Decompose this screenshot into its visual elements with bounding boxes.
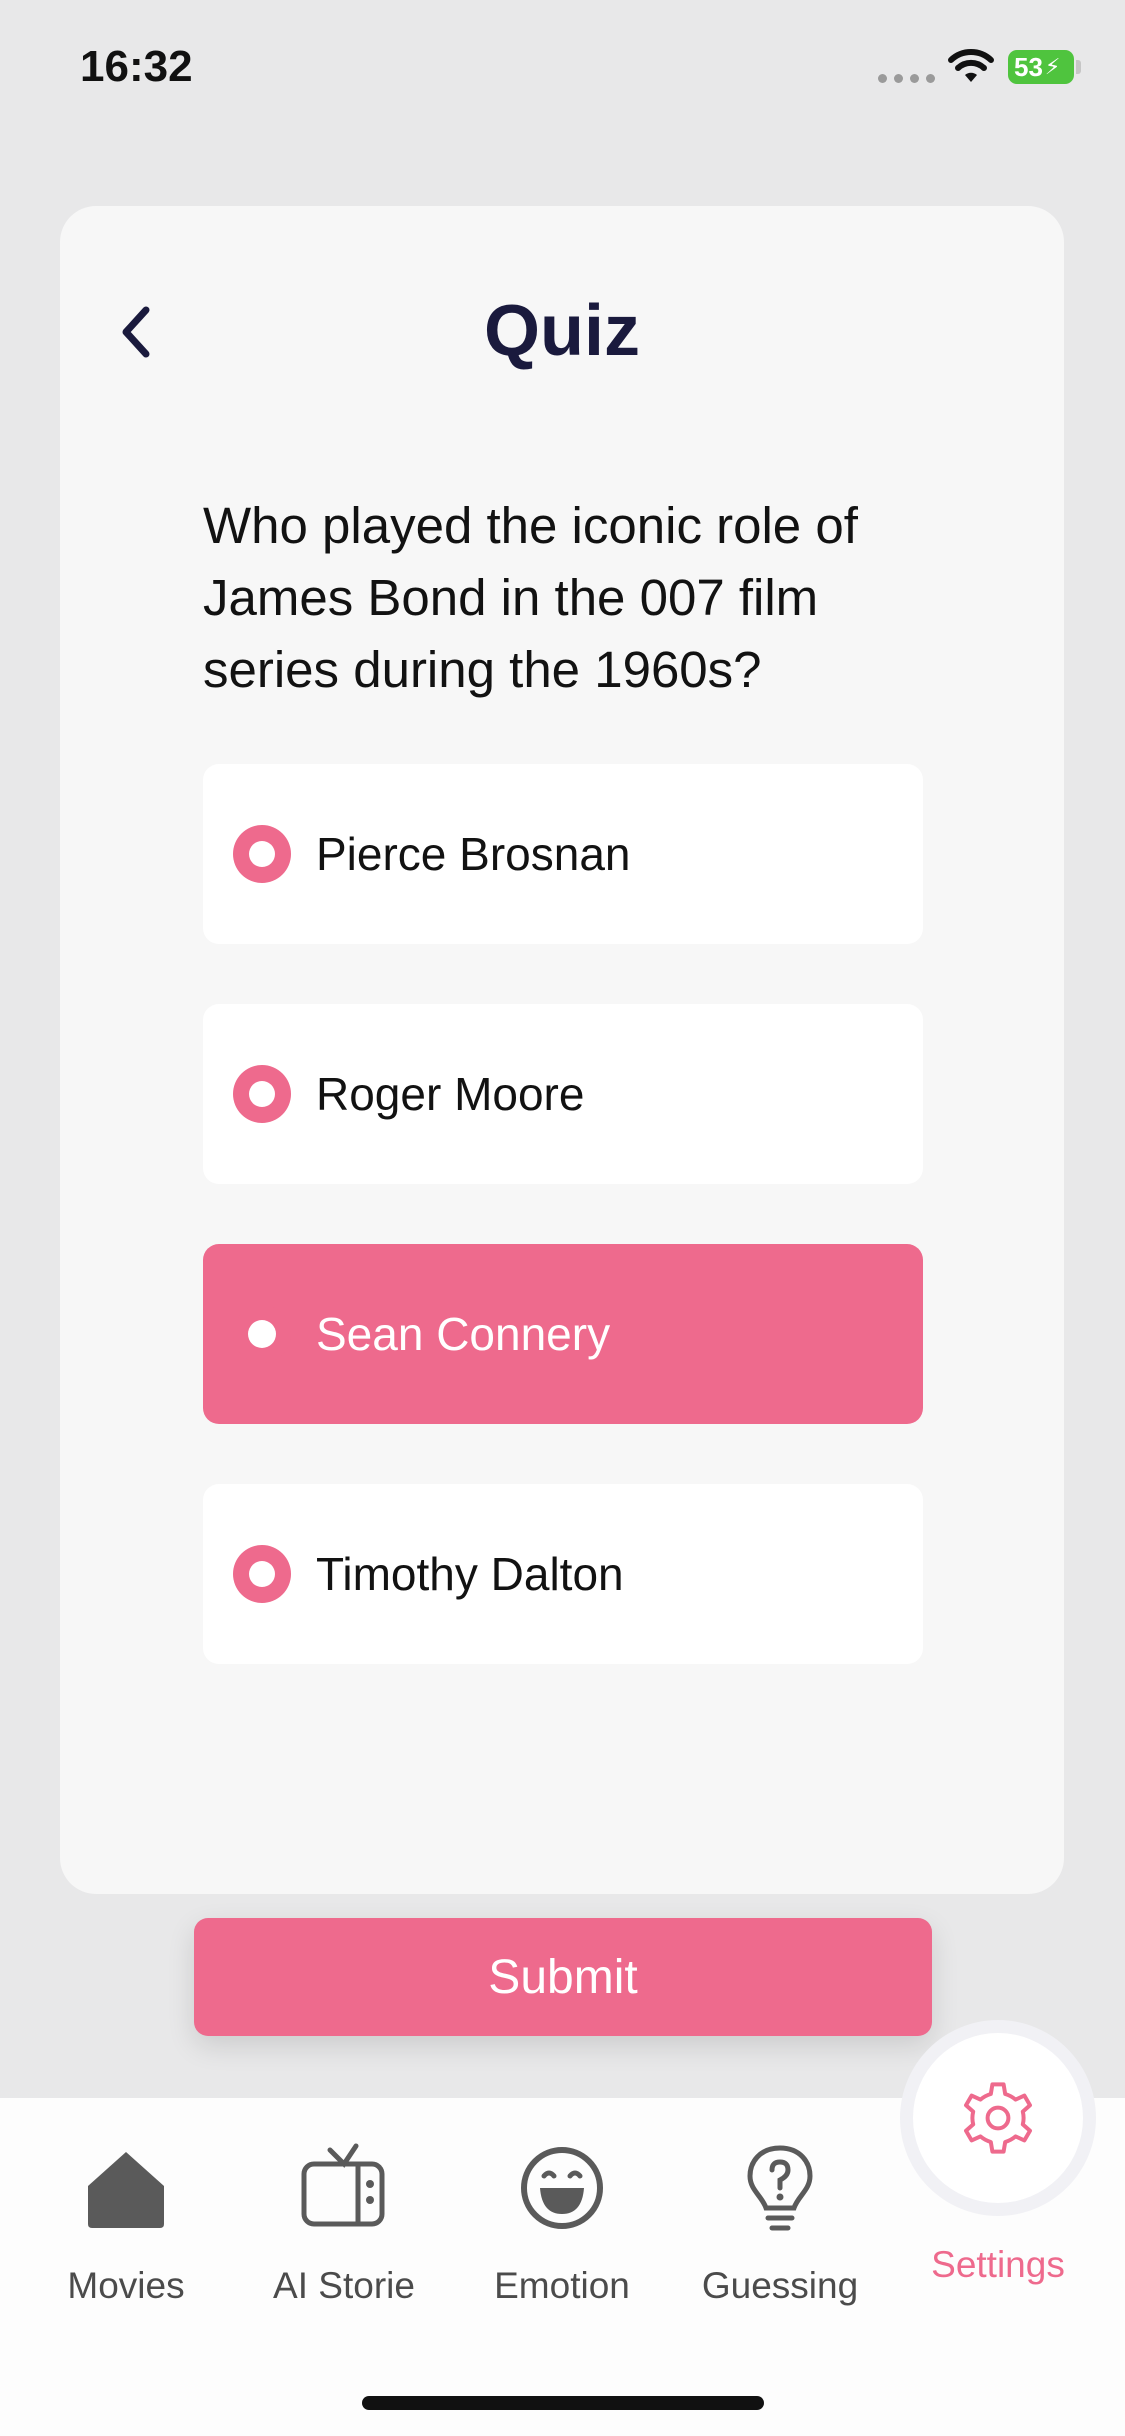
radio-button[interactable] bbox=[233, 1545, 291, 1603]
answer-label: Timothy Dalton bbox=[316, 1548, 624, 1600]
status-bar: 16:32 53 ⚡ bbox=[0, 0, 1125, 140]
home-icon bbox=[88, 2152, 164, 2228]
battery-level: 53 bbox=[1014, 51, 1043, 82]
page-title: Quiz bbox=[484, 291, 640, 371]
tab-movies[interactable]: Movies bbox=[16, 2138, 236, 2307]
answer-label: Roger Moore bbox=[316, 1068, 585, 1120]
answer-option-2[interactable]: Roger Moore bbox=[203, 1004, 923, 1184]
battery-icon: 53 ⚡ bbox=[1008, 50, 1074, 84]
tab-label: Guessing bbox=[701, 2265, 859, 2306]
answer-option-1[interactable]: Pierce Brosnan bbox=[203, 764, 923, 944]
radio-button[interactable] bbox=[233, 825, 291, 883]
submit-button[interactable]: Submit bbox=[194, 1918, 932, 2036]
tab-label: Emotion bbox=[494, 2265, 630, 2306]
answer-option-3-selected[interactable]: Sean Connery bbox=[203, 1244, 923, 1424]
tv-icon bbox=[301, 2143, 385, 2227]
cellular-signal-icon bbox=[878, 74, 935, 83]
tab-label: AI Storie bbox=[273, 2265, 415, 2306]
gear-icon bbox=[964, 2082, 1032, 2154]
tab-ai-stories[interactable]: AI Storie bbox=[234, 2138, 454, 2307]
answer-label: Pierce Brosnan bbox=[316, 828, 631, 880]
battery-cap bbox=[1076, 60, 1081, 74]
answer-option-4[interactable]: Timothy Dalton bbox=[203, 1484, 923, 1664]
tab-emotion[interactable]: Emotion bbox=[452, 2138, 672, 2307]
question-text: Who played the iconic role of James Bond… bbox=[203, 497, 858, 698]
radio-button[interactable] bbox=[233, 1065, 291, 1123]
laugh-emoji-icon bbox=[521, 2147, 603, 2229]
answer-label: Sean Connery bbox=[316, 1308, 611, 1360]
tab-label: Movies bbox=[67, 2265, 185, 2306]
wifi-icon bbox=[948, 49, 994, 82]
radio-button-selected[interactable] bbox=[233, 1305, 291, 1363]
lightbulb-question-icon bbox=[747, 2145, 813, 2231]
home-indicator bbox=[362, 2396, 764, 2410]
tab-settings[interactable] bbox=[900, 2020, 1096, 2216]
status-time: 16:32 bbox=[80, 42, 193, 91]
tab-guessing[interactable]: Guessing bbox=[670, 2138, 890, 2307]
quiz-card: Quiz Who played the iconic role of James… bbox=[60, 206, 1064, 1894]
tab-settings-label: Settings bbox=[931, 2244, 1065, 2285]
